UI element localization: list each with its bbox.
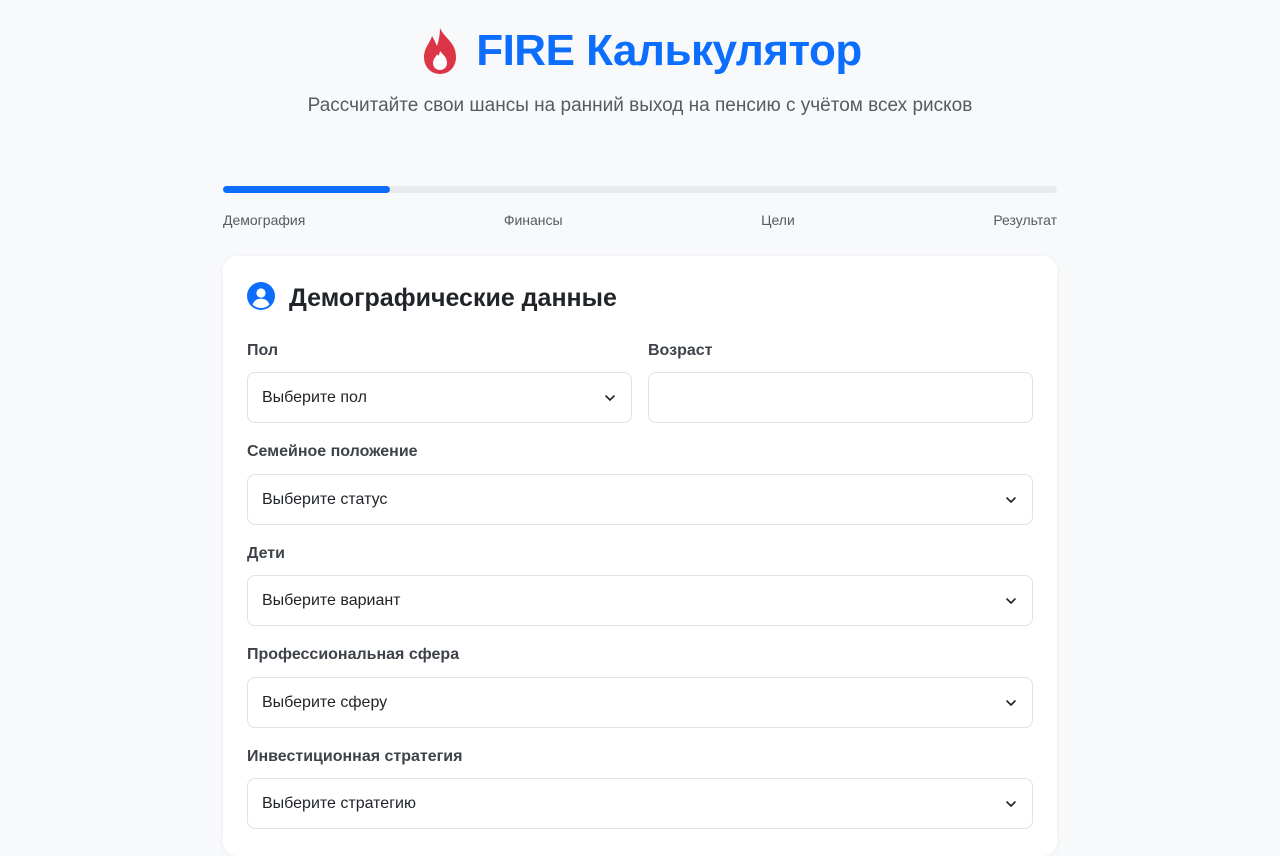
progress-fill [223,186,390,193]
progress-steps: Демография Финансы Цели Результат [223,212,1057,228]
gender-label: Пол [247,342,279,359]
chevron-down-icon [1006,496,1016,503]
title-row: FIRE Калькулятор [0,26,1280,76]
demographics-card: Демографические данные Пол Выберите пол … [223,256,1057,856]
strategy-label: Инвестиционная стратегия [247,748,463,765]
card-title: Демографические данные [289,284,617,312]
step-result: Результат [993,212,1057,228]
strategy-select-value: Выберите стратегию [262,794,416,812]
chevron-down-icon [1006,597,1016,604]
chevron-down-icon [1006,800,1016,807]
profession-select-value: Выберите сферу [262,693,388,711]
gender-select-value: Выберите пол [262,388,367,406]
marital-select-value: Выберите статус [262,490,388,508]
chevron-down-icon [605,394,615,401]
children-select-value: Выберите вариант [262,591,401,609]
page-title: FIRE Калькулятор [476,26,862,75]
step-goals: Цели [761,212,795,228]
profession-select[interactable]: Выберите сферу [247,677,1033,728]
age-label: Возраст [648,342,713,359]
marital-label: Семейное положение [247,443,418,460]
profession-label: Профессиональная сфера [247,646,460,663]
card-header: Демографические данные [247,282,617,315]
step-demography: Демография [223,212,306,228]
fire-icon [418,26,462,76]
user-circle-icon [247,282,275,315]
children-select[interactable]: Выберите вариант [247,575,1033,626]
progress-bar [223,186,1057,193]
children-label: Дети [247,545,285,562]
page-subtitle: Рассчитайте свои шансы на ранний выход н… [307,95,973,116]
step-finance: Финансы [503,212,563,228]
age-input[interactable] [663,373,1018,422]
strategy-select[interactable]: Выберите стратегию [247,778,1033,829]
chevron-down-icon [1006,699,1016,706]
age-field-wrapper [648,372,1033,423]
marital-select[interactable]: Выберите статус [247,474,1033,525]
gender-select[interactable]: Выберите пол [247,372,632,423]
